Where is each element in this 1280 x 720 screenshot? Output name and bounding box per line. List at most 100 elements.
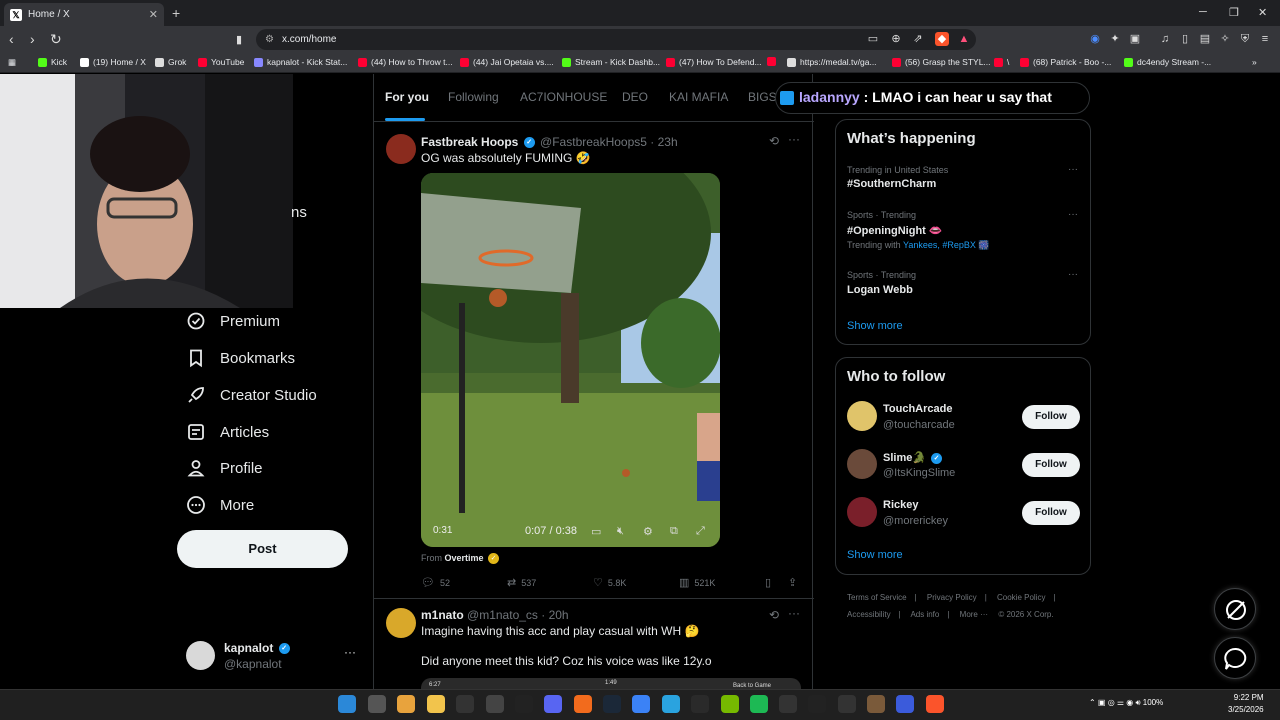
footer-privacy[interactable]: Privacy Policy xyxy=(927,593,977,602)
tweet-avatar[interactable] xyxy=(386,134,416,164)
settings-icon[interactable]: ⚙ xyxy=(643,525,653,538)
bookmark-item[interactable]: (56) Grasp the STYL... xyxy=(892,57,991,67)
video-source[interactable]: From Overtime ✓ xyxy=(421,553,501,565)
repost-button[interactable]: ⇄ 537 xyxy=(507,576,536,589)
bookmark-item[interactable]: \ xyxy=(994,57,1009,67)
footer-ads[interactable]: Ads info xyxy=(910,610,939,619)
messages-fab[interactable] xyxy=(1214,637,1256,679)
tab-deo[interactable]: DEO xyxy=(622,90,648,104)
follow-name[interactable]: TouchArcade xyxy=(883,403,952,415)
bookmark-button[interactable]: ▯ xyxy=(765,576,776,589)
vpn-icon[interactable]: ⛨ xyxy=(1238,32,1252,46)
nav-premium[interactable]: Premium xyxy=(186,311,280,331)
trend-name[interactable]: Logan Webb xyxy=(847,284,913,296)
steam-icon[interactable] xyxy=(603,695,621,713)
tweet-author[interactable]: Fastbreak Hoops ✓ @FastbreakHoops5 · 23h xyxy=(421,135,678,149)
follow-avatar[interactable] xyxy=(847,401,877,431)
spotify-icon[interactable] xyxy=(750,695,768,713)
bookmark-item[interactable]: Stream - Kick Dashb... xyxy=(562,57,660,67)
nav-more[interactable]: More xyxy=(186,495,254,515)
nav-profile[interactable]: Profile xyxy=(186,458,263,478)
new-tab-button[interactable]: + xyxy=(172,5,180,21)
app-icon[interactable] xyxy=(838,695,856,713)
bookmark-item[interactable]: (44) Jai Opetaia vs.... xyxy=(460,57,554,67)
pip-icon[interactable]: ⧉ xyxy=(670,525,678,538)
trend-name[interactable]: #SouthernCharm xyxy=(847,178,936,190)
tab-kai-mafia[interactable]: KAI MAFIA xyxy=(669,90,728,104)
browser-icon[interactable] xyxy=(397,695,415,713)
grok-icon[interactable]: ⟲ xyxy=(769,134,779,148)
file-explorer-icon[interactable] xyxy=(427,695,445,713)
follow-button[interactable]: Follow xyxy=(1022,405,1080,429)
trending-show-more[interactable]: Show more xyxy=(847,320,903,332)
wallet-2-icon[interactable]: ▤ xyxy=(1198,32,1212,46)
brave-shields-icon[interactable]: ◆ xyxy=(935,32,949,46)
brave-icon[interactable] xyxy=(926,695,944,713)
bookmark-item[interactable]: Kick xyxy=(38,57,67,67)
app-icon[interactable] xyxy=(691,695,709,713)
trend-menu-icon[interactable]: ··· xyxy=(1068,209,1078,220)
account-switcher[interactable]: kapnalot ✓ @kapnalot ··· xyxy=(186,639,366,673)
app-icon[interactable] xyxy=(779,695,797,713)
bookmark-item[interactable]: kapnalot - Kick Stat... xyxy=(254,57,347,67)
views-button[interactable]: ▥ 521K xyxy=(679,576,715,589)
tab-ac7ionhouse[interactable]: AC7IONHOUSE xyxy=(520,90,607,104)
footer-terms[interactable]: Terms of Service xyxy=(847,593,907,602)
telegram-icon[interactable] xyxy=(662,695,680,713)
bookmark-star-icon[interactable]: ▮ xyxy=(236,33,242,46)
tweet-author[interactable]: m1nato @m1nato_cs · 20h xyxy=(421,608,569,622)
fullscreen-icon[interactable]: ⤢ xyxy=(696,525,705,538)
tweet-avatar[interactable] xyxy=(386,608,416,638)
reload-icon[interactable]: ↻ xyxy=(50,31,62,48)
tab-for-you[interactable]: For you xyxy=(385,90,429,104)
bookmark-item[interactable]: YouTube xyxy=(198,57,244,67)
cast-icon[interactable]: ▭ xyxy=(866,32,880,46)
bookmark-item[interactable]: (47) How To Defend... xyxy=(666,57,762,67)
bookmarks-overflow-icon[interactable]: » xyxy=(1252,57,1257,67)
app-icon[interactable] xyxy=(456,695,474,713)
follow-name[interactable]: Slime🐊 ✓ xyxy=(883,451,944,464)
like-button[interactable]: ♡ 5.8K xyxy=(593,576,626,589)
start-icon[interactable] xyxy=(338,695,356,713)
bookmark-item[interactable]: dc4endy Stream -... xyxy=(1124,57,1211,67)
follow-avatar[interactable] xyxy=(847,449,877,479)
nav-bookmarks[interactable]: Bookmarks xyxy=(186,348,295,368)
discord-icon[interactable] xyxy=(544,695,562,713)
tweet-menu-icon[interactable]: ··· xyxy=(788,132,800,146)
reply-button[interactable]: 💬︎ 52 xyxy=(421,576,450,589)
trend-sub-links[interactable]: Yankees, #RepBX 🎆 xyxy=(903,240,990,250)
who-to-follow-show-more[interactable]: Show more xyxy=(847,549,903,561)
mute-icon[interactable]: 🔇︎ xyxy=(617,525,624,538)
zoom-icon[interactable]: ⊕ xyxy=(889,32,903,46)
search-icon[interactable] xyxy=(368,695,386,713)
video-source-name[interactable]: Overtime xyxy=(445,553,484,563)
media-icon[interactable]: ♫ xyxy=(1158,32,1172,46)
apps-grid-icon[interactable]: ▦ xyxy=(8,57,16,68)
forward-icon[interactable]: › xyxy=(30,31,35,47)
tab-close-icon[interactable]: ✕ xyxy=(149,8,158,21)
bookmark-item[interactable]: https://medal.tv/ga... xyxy=(787,57,877,67)
nav-articles[interactable]: Articles xyxy=(186,422,269,442)
footer-accessibility[interactable]: Accessibility xyxy=(847,610,891,619)
leo-icon[interactable]: ✧ xyxy=(1218,32,1232,46)
brave-rewards-icon[interactable]: ▲ xyxy=(957,32,971,46)
clock[interactable]: 9:22 PM 3/25/2026 xyxy=(1228,692,1264,716)
extensions-icon[interactable]: ✦ xyxy=(1108,32,1122,46)
follow-name[interactable]: Rickey xyxy=(883,499,918,511)
share-icon[interactable]: ⇗ xyxy=(911,32,925,46)
grok-icon[interactable]: ⟲ xyxy=(769,608,779,622)
follow-button[interactable]: Follow xyxy=(1022,501,1080,525)
system-tray[interactable]: ⌃ ▣ ◎ ⚌ ◉ 🔊︎ 100% xyxy=(1089,698,1163,708)
video-player[interactable]: 0:31 0:07 / 0:38 ▭ 🔇︎ ⚙ ⧉ ⤢ xyxy=(421,173,720,547)
site-info-icon[interactable]: ⚙ xyxy=(265,29,274,50)
maximize-button[interactable]: ❐ xyxy=(1229,6,1239,19)
back-icon[interactable]: ‹ xyxy=(9,31,14,47)
trend-name[interactable]: #OpeningNight 👄 xyxy=(847,224,943,237)
tweet-menu-icon[interactable]: ··· xyxy=(788,606,800,620)
app-icon[interactable] xyxy=(808,695,826,713)
grok-fab[interactable] xyxy=(1214,588,1256,630)
minimize-button[interactable]: ─ xyxy=(1199,6,1207,18)
app-icon[interactable] xyxy=(867,695,885,713)
tab-following[interactable]: Following xyxy=(448,90,499,104)
bookmark-item[interactable]: (68) Patrick - Boo -... xyxy=(1020,57,1111,67)
